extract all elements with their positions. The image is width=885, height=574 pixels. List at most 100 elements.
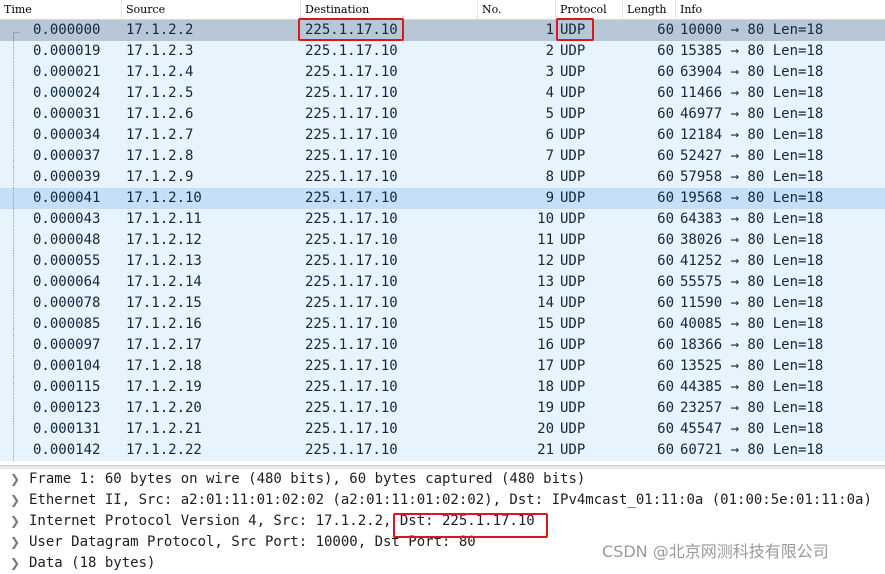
- chevron-right-icon[interactable]: ❯: [10, 469, 20, 490]
- packet-row[interactable]: 0.000142 17.1.2.22 225.1.17.10 21 UDP 60 60721…: [0, 440, 885, 461]
- tree-connector: [13, 230, 14, 251]
- column-header-info[interactable]: Info: [676, 0, 885, 19]
- packet-list-header: Time Source Destination No. Protocol Len…: [0, 0, 885, 20]
- packet-row[interactable]: 0.000131 17.1.2.21 225.1.17.10 20 UDP 60 45547…: [0, 419, 885, 440]
- packet-info: 44385 → 80 Len=18: [680, 379, 824, 395]
- packet-number: 7: [545, 148, 554, 164]
- detail-tree-item[interactable]: ❯ Ethernet II, Src: a2:01:11:01:02:02 (a2…: [0, 490, 885, 511]
- packet-time: 0.000037: [33, 148, 101, 164]
- packet-row[interactable]: 0.000039 17.1.2.9 225.1.17.10 8 UDP 60 57958 →…: [0, 167, 885, 188]
- packet-length: 60: [657, 148, 674, 164]
- packet-time: 0.000034: [33, 127, 101, 143]
- packet-info: 19568 → 80 Len=18: [680, 190, 824, 206]
- column-header-no[interactable]: No.: [478, 0, 556, 19]
- packet-row[interactable]: 0.000024 17.1.2.5 225.1.17.10 4 UDP 60 11466 →…: [0, 83, 885, 104]
- packet-number: 12: [537, 253, 554, 269]
- packet-length: 60: [657, 274, 674, 290]
- tree-connector: [13, 356, 14, 377]
- chevron-right-icon[interactable]: ❯: [10, 511, 20, 532]
- packet-row[interactable]: 0.000019 17.1.2.3 225.1.17.10 2 UDP 60 15385 →…: [0, 41, 885, 62]
- packet-source: 17.1.2.10: [126, 190, 202, 206]
- packet-row[interactable]: 0.000043 17.1.2.11 225.1.17.10 10 UDP 60 64383…: [0, 209, 885, 230]
- tree-connector: [13, 167, 14, 188]
- packet-time: 0.000031: [33, 106, 101, 122]
- packet-info: 12184 → 80 Len=18: [680, 127, 824, 143]
- packet-protocol: UDP: [560, 379, 586, 395]
- packet-length: 60: [657, 169, 674, 185]
- detail-tree-item[interactable]: ❯ Frame 1: 60 bytes on wire (480 bits), 6…: [0, 469, 885, 490]
- packet-protocol: UDP: [560, 274, 586, 290]
- packet-protocol: UDP: [560, 295, 586, 311]
- packet-destination: 225.1.17.10: [305, 253, 398, 269]
- packet-source: 17.1.2.22: [126, 442, 202, 458]
- packet-number: 9: [545, 190, 554, 206]
- packet-number: 1: [545, 22, 554, 38]
- chevron-right-icon[interactable]: ❯: [10, 490, 20, 511]
- packet-row[interactable]: 0.000078 17.1.2.15 225.1.17.10 14 UDP 60 11590…: [0, 293, 885, 314]
- packet-time: 0.000055: [33, 253, 101, 269]
- packet-row[interactable]: 0.000031 17.1.2.6 225.1.17.10 5 UDP 60 46977 →…: [0, 104, 885, 125]
- packet-info: 11590 → 80 Len=18: [680, 295, 824, 311]
- packet-number: 10: [537, 211, 554, 227]
- column-header-time[interactable]: Time: [0, 0, 122, 19]
- chevron-right-icon[interactable]: ❯: [10, 532, 20, 553]
- packet-source: 17.1.2.15: [126, 295, 202, 311]
- tree-connector: [13, 335, 14, 356]
- packet-destination: 225.1.17.10: [305, 358, 398, 374]
- packet-row[interactable]: 0.000037 17.1.2.8 225.1.17.10 7 UDP 60 52427 →…: [0, 146, 885, 167]
- packet-row[interactable]: 0.000021 17.1.2.4 225.1.17.10 3 UDP 60 63904 →…: [0, 62, 885, 83]
- packet-source: 17.1.2.14: [126, 274, 202, 290]
- packet-row[interactable]: 0.000085 17.1.2.16 225.1.17.10 15 UDP 60 40085…: [0, 314, 885, 335]
- packet-protocol: UDP: [560, 442, 586, 458]
- packet-source: 17.1.2.9: [126, 169, 194, 185]
- packet-row[interactable]: 0.000041 17.1.2.10 225.1.17.10 9 UDP 60 19568 …: [0, 188, 885, 209]
- tree-connector: [13, 293, 14, 314]
- packet-destination: 225.1.17.10: [305, 421, 398, 437]
- packet-row[interactable]: 0.000064 17.1.2.14 225.1.17.10 13 UDP 60 55575…: [0, 272, 885, 293]
- packet-length: 60: [657, 421, 674, 437]
- packet-row[interactable]: 0.000097 17.1.2.17 225.1.17.10 16 UDP 60 18366…: [0, 335, 885, 356]
- packet-row[interactable]: 0.000115 17.1.2.19 225.1.17.10 18 UDP 60 44385…: [0, 377, 885, 398]
- packet-row[interactable]: 0.000048 17.1.2.12 225.1.17.10 11 UDP 60 38026…: [0, 230, 885, 251]
- packet-row[interactable]: 0.000000 17.1.2.2 225.1.17.10 1 UDP 60 10000 →…: [0, 20, 885, 42]
- packet-source: 17.1.2.6: [126, 106, 194, 122]
- packet-destination: 225.1.17.10: [305, 379, 398, 395]
- packet-info: 11466 → 80 Len=18: [680, 85, 824, 101]
- column-header-time-label: Time: [4, 3, 32, 16]
- packet-number: 18: [537, 379, 554, 395]
- packet-length: 60: [657, 232, 674, 248]
- tree-connector: [13, 377, 14, 398]
- packet-number: 11: [537, 232, 554, 248]
- packet-time: 0.000019: [33, 43, 101, 59]
- packet-row[interactable]: 0.000104 17.1.2.18 225.1.17.10 17 UDP 60 13525…: [0, 356, 885, 377]
- packet-number: 6: [545, 127, 554, 143]
- column-header-length[interactable]: Length: [623, 0, 676, 19]
- packet-info: 23257 → 80 Len=18: [680, 400, 824, 416]
- packet-number: 20: [537, 421, 554, 437]
- packet-length: 60: [657, 316, 674, 332]
- packet-source: 17.1.2.18: [126, 358, 202, 374]
- column-header-source[interactable]: Source: [122, 0, 301, 19]
- column-header-protocol[interactable]: Protocol: [556, 0, 623, 19]
- packet-length: 60: [657, 43, 674, 59]
- packet-time: 0.000039: [33, 169, 101, 185]
- column-header-destination-label: Destination: [305, 3, 370, 16]
- tree-connector: [13, 62, 14, 83]
- packet-source: 17.1.2.20: [126, 400, 202, 416]
- packet-info: 13525 → 80 Len=18: [680, 358, 824, 374]
- packet-length: 60: [657, 337, 674, 353]
- tree-connector: [13, 419, 14, 440]
- column-header-destination[interactable]: Destination: [301, 0, 478, 19]
- packet-row[interactable]: 0.000123 17.1.2.20 225.1.17.10 19 UDP 60 23257…: [0, 398, 885, 419]
- chevron-right-icon[interactable]: ❯: [10, 553, 20, 574]
- packet-number: 21: [537, 442, 554, 458]
- packet-length: 60: [657, 358, 674, 374]
- packet-destination: 225.1.17.10: [305, 43, 398, 59]
- packet-destination: 225.1.17.10: [305, 85, 398, 101]
- packet-length: 60: [657, 85, 674, 101]
- packet-time: 0.000043: [33, 211, 101, 227]
- packet-length: 60: [657, 442, 674, 458]
- packet-time: 0.000021: [33, 64, 101, 80]
- packet-row[interactable]: 0.000055 17.1.2.13 225.1.17.10 12 UDP 60 41252…: [0, 251, 885, 272]
- packet-row[interactable]: 0.000034 17.1.2.7 225.1.17.10 6 UDP 60 12184 →…: [0, 125, 885, 146]
